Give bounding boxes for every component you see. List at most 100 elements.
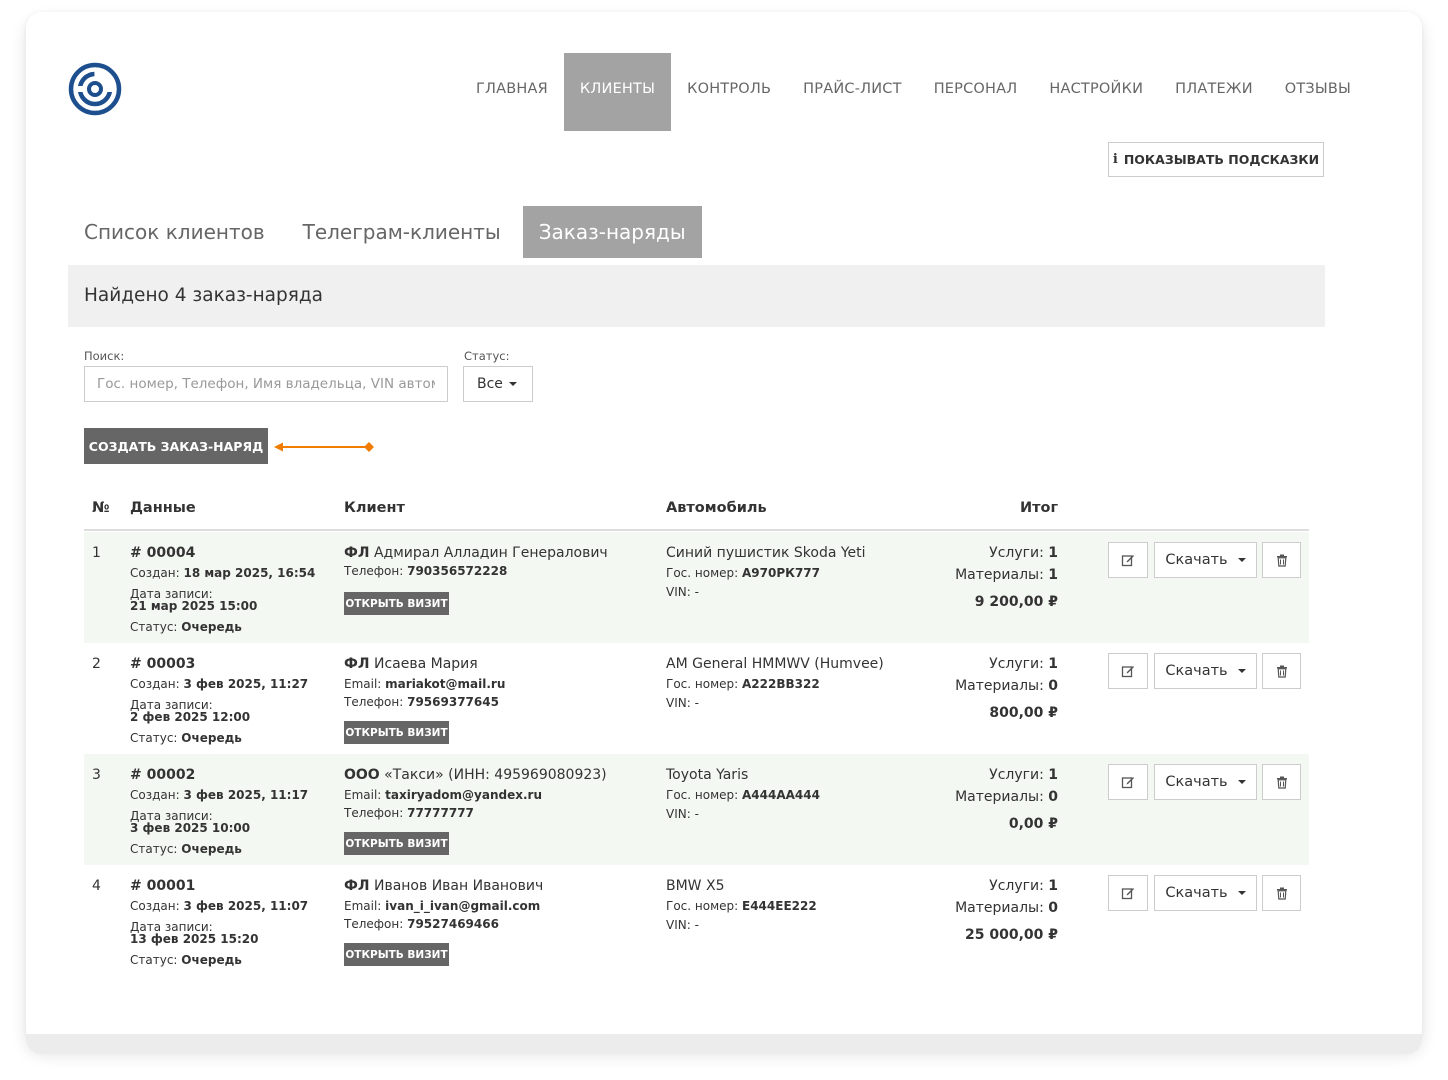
created-info: Создан: 3 фев 2025, 11:27 bbox=[130, 677, 308, 691]
logo-icon[interactable] bbox=[68, 62, 122, 116]
show-hints-label: ПОКАЗЫВАТЬ ПОДСКАЗКИ bbox=[1123, 152, 1320, 167]
edit-icon bbox=[1121, 888, 1134, 900]
download-dropdown-button[interactable]: Скачать bbox=[1154, 875, 1257, 911]
created-label: Создан: bbox=[130, 677, 180, 691]
open-visit-button[interactable]: Открыть визит bbox=[344, 592, 449, 615]
search-input[interactable] bbox=[84, 366, 448, 402]
car-name: BMW X5 bbox=[666, 878, 725, 894]
created-value: 3 фев 2025, 11:27 bbox=[183, 677, 309, 691]
status-label: Статус: bbox=[130, 842, 178, 856]
nav-item-control[interactable]: Контроль bbox=[671, 53, 787, 131]
caret-down-icon bbox=[1237, 891, 1246, 895]
order-number[interactable]: # 00004 bbox=[130, 544, 195, 562]
created-label: Создан: bbox=[130, 566, 180, 580]
client-name-text: Иванов Иван Иванович bbox=[373, 878, 544, 894]
car-vin: VIN: - bbox=[666, 918, 699, 932]
client-name[interactable]: ФЛ Иванов Иван Иванович bbox=[344, 877, 543, 895]
nav-item-payments[interactable]: Платежи bbox=[1159, 53, 1269, 131]
materials-value: 0 bbox=[1048, 789, 1058, 805]
show-hints-button[interactable]: i ПОКАЗЫВАТЬ ПОДСКАЗКИ bbox=[1108, 142, 1324, 177]
client-phone: Телефон: 79569377645 bbox=[344, 695, 499, 709]
car-name: AM General HMMWV (Humvee) bbox=[666, 656, 884, 672]
created-info: Создан: 3 фев 2025, 11:17 bbox=[130, 788, 308, 802]
plate-value: Е444ЕЕ222 bbox=[742, 899, 817, 913]
car-name: Toyota Yaris bbox=[666, 767, 749, 783]
services-count: Услуги: 1 bbox=[989, 766, 1058, 784]
client-name[interactable]: ФЛ Адмирал Алладин Генералович bbox=[344, 544, 608, 562]
services-value: 1 bbox=[1048, 656, 1058, 672]
create-work-order-button[interactable]: Создать заказ-наряд bbox=[84, 428, 268, 464]
services-count: Услуги: 1 bbox=[989, 877, 1058, 895]
info-icon: i bbox=[1112, 152, 1118, 167]
status-info: Статус: Очередь bbox=[130, 620, 242, 634]
download-dropdown-button[interactable]: Скачать bbox=[1154, 653, 1257, 689]
services-label: Услуги: bbox=[989, 878, 1044, 894]
trash-icon bbox=[1276, 776, 1287, 789]
materials-count: Материалы: 0 bbox=[955, 677, 1058, 695]
materials-count: Материалы: 0 bbox=[955, 899, 1058, 917]
services-count: Услуги: 1 bbox=[989, 544, 1058, 562]
tab-work-orders[interactable]: Заказ-наряды bbox=[522, 206, 702, 258]
vin-value: - bbox=[694, 585, 699, 599]
services-label: Услуги: bbox=[989, 545, 1044, 561]
caret-down-icon bbox=[1237, 669, 1246, 673]
status-value: Очередь bbox=[181, 620, 242, 634]
nav-item-reviews[interactable]: Отзывы bbox=[1269, 53, 1367, 131]
car-vin: VIN: - bbox=[666, 585, 699, 599]
edit-icon bbox=[1121, 555, 1134, 567]
edit-button[interactable] bbox=[1108, 653, 1148, 689]
orange-arrow-annotation bbox=[274, 442, 374, 452]
nav-item-clients[interactable]: Клиенты bbox=[563, 53, 672, 131]
delete-button[interactable] bbox=[1262, 653, 1301, 689]
nav-item-main[interactable]: Главная bbox=[460, 53, 564, 131]
tab-client-list[interactable]: Список клиентов bbox=[68, 206, 281, 258]
order-number[interactable]: # 00001 bbox=[130, 877, 195, 895]
nav-item-pricelist[interactable]: Прайс-лист bbox=[787, 53, 918, 131]
client-name[interactable]: ООО «Такси» (ИНН: 495969080923) bbox=[344, 766, 607, 784]
created-value: 18 мар 2025, 16:54 bbox=[183, 566, 316, 580]
open-visit-button[interactable]: Открыть визит bbox=[344, 832, 449, 855]
card-bottom-strip bbox=[26, 1034, 1422, 1054]
nav-item-settings[interactable]: Настройки bbox=[1033, 53, 1159, 131]
download-label: Скачать bbox=[1165, 663, 1228, 679]
vin-value: - bbox=[694, 918, 699, 932]
vin-label: VIN: bbox=[666, 696, 691, 710]
trash-icon bbox=[1276, 554, 1287, 567]
delete-button[interactable] bbox=[1262, 875, 1301, 911]
open-visit-button[interactable]: Открыть визит bbox=[344, 721, 449, 744]
open-visit-button[interactable]: Открыть визит bbox=[344, 943, 449, 966]
download-dropdown-button[interactable]: Скачать bbox=[1154, 542, 1257, 578]
order-number[interactable]: # 00003 bbox=[130, 655, 195, 673]
status-value: Очередь bbox=[181, 842, 242, 856]
client-name[interactable]: ФЛ Исаева Мария bbox=[344, 655, 478, 673]
booking-value: 21 мар 2025 15:00 bbox=[130, 599, 258, 613]
order-number[interactable]: # 00002 bbox=[130, 766, 195, 784]
nav-item-staff[interactable]: Персонал bbox=[918, 53, 1034, 131]
client-phone: Телефон: 77777777 bbox=[344, 806, 474, 820]
services-label: Услуги: bbox=[989, 767, 1044, 783]
download-dropdown-button[interactable]: Скачать bbox=[1154, 764, 1257, 800]
car-name: Синий пушистик Skoda Yeti bbox=[666, 545, 866, 561]
client-type: ФЛ bbox=[344, 878, 370, 894]
col-header-car: Автомобиль bbox=[666, 500, 767, 516]
download-label: Скачать bbox=[1165, 552, 1228, 568]
vin-label: VIN: bbox=[666, 807, 691, 821]
order-total: 9 200,00 ₽ bbox=[974, 594, 1058, 610]
email-value: mariakot@mail.ru bbox=[385, 677, 506, 691]
email-label: Email: bbox=[344, 788, 382, 802]
edit-button[interactable] bbox=[1108, 542, 1148, 578]
edit-button[interactable] bbox=[1108, 875, 1148, 911]
col-header-num: № bbox=[92, 500, 110, 516]
delete-button[interactable] bbox=[1262, 542, 1301, 578]
edit-button[interactable] bbox=[1108, 764, 1148, 800]
materials-count: Материалы: 0 bbox=[955, 788, 1058, 806]
delete-button[interactable] bbox=[1262, 764, 1301, 800]
phone-label: Телефон: bbox=[344, 564, 404, 578]
plate-label: Гос. номер: bbox=[666, 566, 739, 580]
status-info: Статус: Очередь bbox=[130, 953, 242, 967]
tab-telegram-clients[interactable]: Телеграм-клиенты bbox=[287, 206, 517, 258]
car-vin: VIN: - bbox=[666, 696, 699, 710]
status-select[interactable]: Все bbox=[463, 366, 533, 402]
services-label: Услуги: bbox=[989, 656, 1044, 672]
materials-label: Материалы: bbox=[955, 789, 1044, 805]
